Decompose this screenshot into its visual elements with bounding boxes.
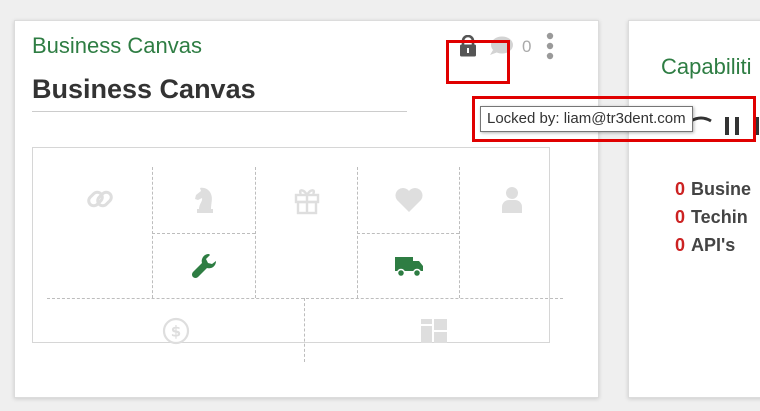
key-resources-cell[interactable] xyxy=(153,234,255,298)
person-icon xyxy=(501,187,522,213)
gift-icon xyxy=(294,189,319,215)
capabilities-card[interactable]: Capabiliti 0 Busine 0 Techin 0 API's xyxy=(628,20,760,398)
wrench-icon xyxy=(191,253,217,279)
grid-icon xyxy=(421,318,447,343)
list-item[interactable]: 0 Busine xyxy=(675,175,751,203)
truck-icon xyxy=(394,257,423,278)
channels-cell[interactable] xyxy=(358,234,459,298)
svg-text:$: $ xyxy=(170,322,180,340)
link-icon xyxy=(86,190,113,208)
customer-segments-cell[interactable] xyxy=(460,167,563,233)
key-activities-cell[interactable] xyxy=(153,167,255,233)
revenue-streams-cell[interactable] xyxy=(305,299,563,362)
key-partners-cell[interactable] xyxy=(47,167,152,231)
value-propositions-cell[interactable] xyxy=(256,167,357,298)
more-vertical-icon[interactable] xyxy=(542,32,558,60)
locked-by-tooltip: Locked by: liam@tr3dent.com xyxy=(480,106,693,132)
list-item[interactable]: 0 API's xyxy=(675,231,751,259)
card-title: Business Canvas xyxy=(32,74,256,104)
capability-list: 0 Busine 0 Techin 0 API's xyxy=(675,175,751,259)
lock-highlight-box xyxy=(446,40,510,84)
cost-structure-cell[interactable]: $ xyxy=(47,299,304,362)
chess-knight-icon xyxy=(195,187,213,213)
customer-relationships-cell[interactable] xyxy=(358,167,459,233)
list-item[interactable]: 0 Techin xyxy=(675,203,751,231)
comment-count: 0 xyxy=(522,37,532,56)
card-subtitle[interactable]: Business Canvas xyxy=(32,33,202,59)
title-divider xyxy=(32,111,407,112)
side-card-subtitle[interactable]: Capabiliti xyxy=(661,54,752,80)
heart-icon xyxy=(395,188,422,212)
dollar-icon: $ xyxy=(162,317,189,344)
